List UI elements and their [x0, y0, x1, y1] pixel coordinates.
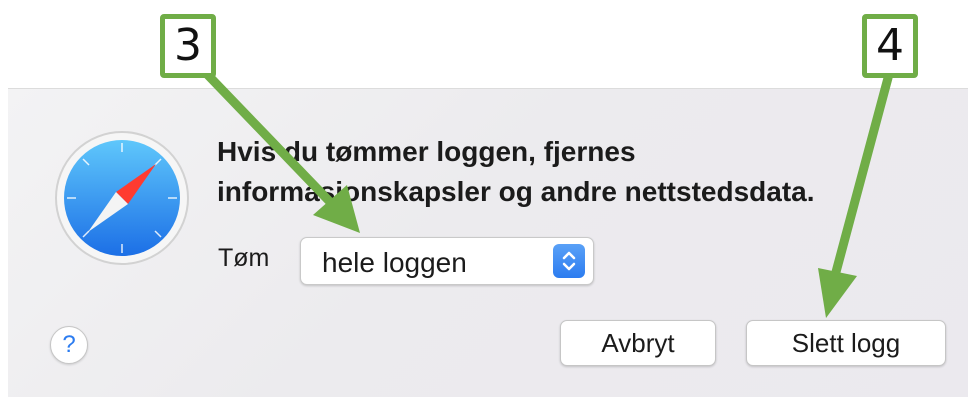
- message-line-1: Hvis du tømmer loggen, fjernes: [217, 136, 636, 167]
- delete-history-button[interactable]: Slett logg: [746, 320, 946, 366]
- step-3-callout: 3: [160, 14, 216, 78]
- message-line-2: informasjonskapsler og andre nettstedsda…: [217, 176, 815, 207]
- help-button[interactable]: ?: [50, 326, 88, 364]
- safari-icon: [55, 131, 189, 265]
- up-down-chevron-icon[interactable]: [553, 244, 585, 278]
- clear-label: Tøm: [218, 244, 270, 272]
- clear-range-select[interactable]: hele loggen: [300, 237, 594, 285]
- clear-range-value: hele loggen: [322, 247, 467, 278]
- step-4-callout: 4: [862, 14, 918, 78]
- dialog-message: Hvis du tømmer loggen, fjernes informasj…: [217, 132, 937, 212]
- cancel-button[interactable]: Avbryt: [560, 320, 716, 366]
